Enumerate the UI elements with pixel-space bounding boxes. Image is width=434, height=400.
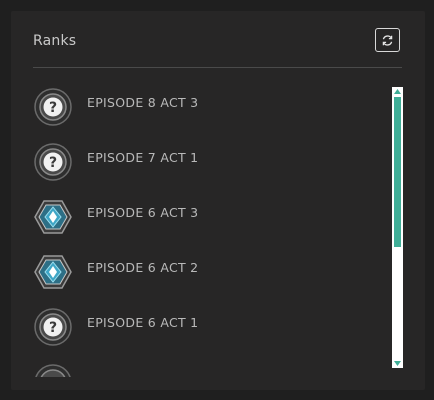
rank-label: EPISODE 7 ACT 1 bbox=[87, 150, 199, 165]
unrated-question-icon: ? bbox=[34, 308, 72, 346]
rank-item-partial[interactable] bbox=[33, 363, 388, 377]
refresh-icon bbox=[382, 34, 393, 46]
list-scrollbar[interactable] bbox=[392, 87, 403, 368]
svg-text:?: ? bbox=[49, 155, 57, 171]
rank-item[interactable]: EPISODE 6 ACT 2 bbox=[33, 252, 388, 292]
rank-label: EPISODE 8 ACT 3 bbox=[87, 95, 199, 110]
panel-title: Ranks bbox=[33, 33, 77, 49]
rank-label: EPISODE 6 ACT 3 bbox=[87, 205, 199, 220]
rank-label: EPISODE 6 ACT 1 bbox=[87, 315, 199, 330]
svg-text:?: ? bbox=[49, 320, 57, 336]
scroll-down-arrow-icon[interactable] bbox=[392, 359, 403, 368]
diamond-rank-icon bbox=[34, 255, 72, 289]
scroll-up-arrow-icon[interactable] bbox=[392, 87, 403, 96]
diamond-rank-icon bbox=[34, 200, 72, 234]
ranks-list[interactable]: ? EPISODE 8 ACT 3 ? EPISODE 7 ACT 1 EPIS… bbox=[33, 87, 388, 377]
unrated-question-icon: ? bbox=[34, 88, 72, 126]
ranks-panel: Ranks ? EPISODE 8 ACT 3 ? EPISODE 7 ACT … bbox=[11, 11, 425, 390]
rank-label: EPISODE 6 ACT 2 bbox=[87, 260, 199, 275]
scroll-thumb[interactable] bbox=[394, 97, 401, 247]
refresh-button[interactable] bbox=[375, 28, 400, 52]
rank-item[interactable]: EPISODE 6 ACT 3 bbox=[33, 197, 388, 237]
rank-item[interactable]: ? EPISODE 8 ACT 3 bbox=[33, 87, 388, 127]
unrated-question-icon: ? bbox=[34, 143, 72, 181]
rank-item[interactable]: ? EPISODE 7 ACT 1 bbox=[33, 142, 388, 182]
svg-text:?: ? bbox=[49, 100, 57, 116]
header-divider bbox=[33, 67, 402, 68]
rank-item[interactable]: ? EPISODE 6 ACT 1 bbox=[33, 307, 388, 347]
unrated-question-icon bbox=[35, 364, 71, 377]
